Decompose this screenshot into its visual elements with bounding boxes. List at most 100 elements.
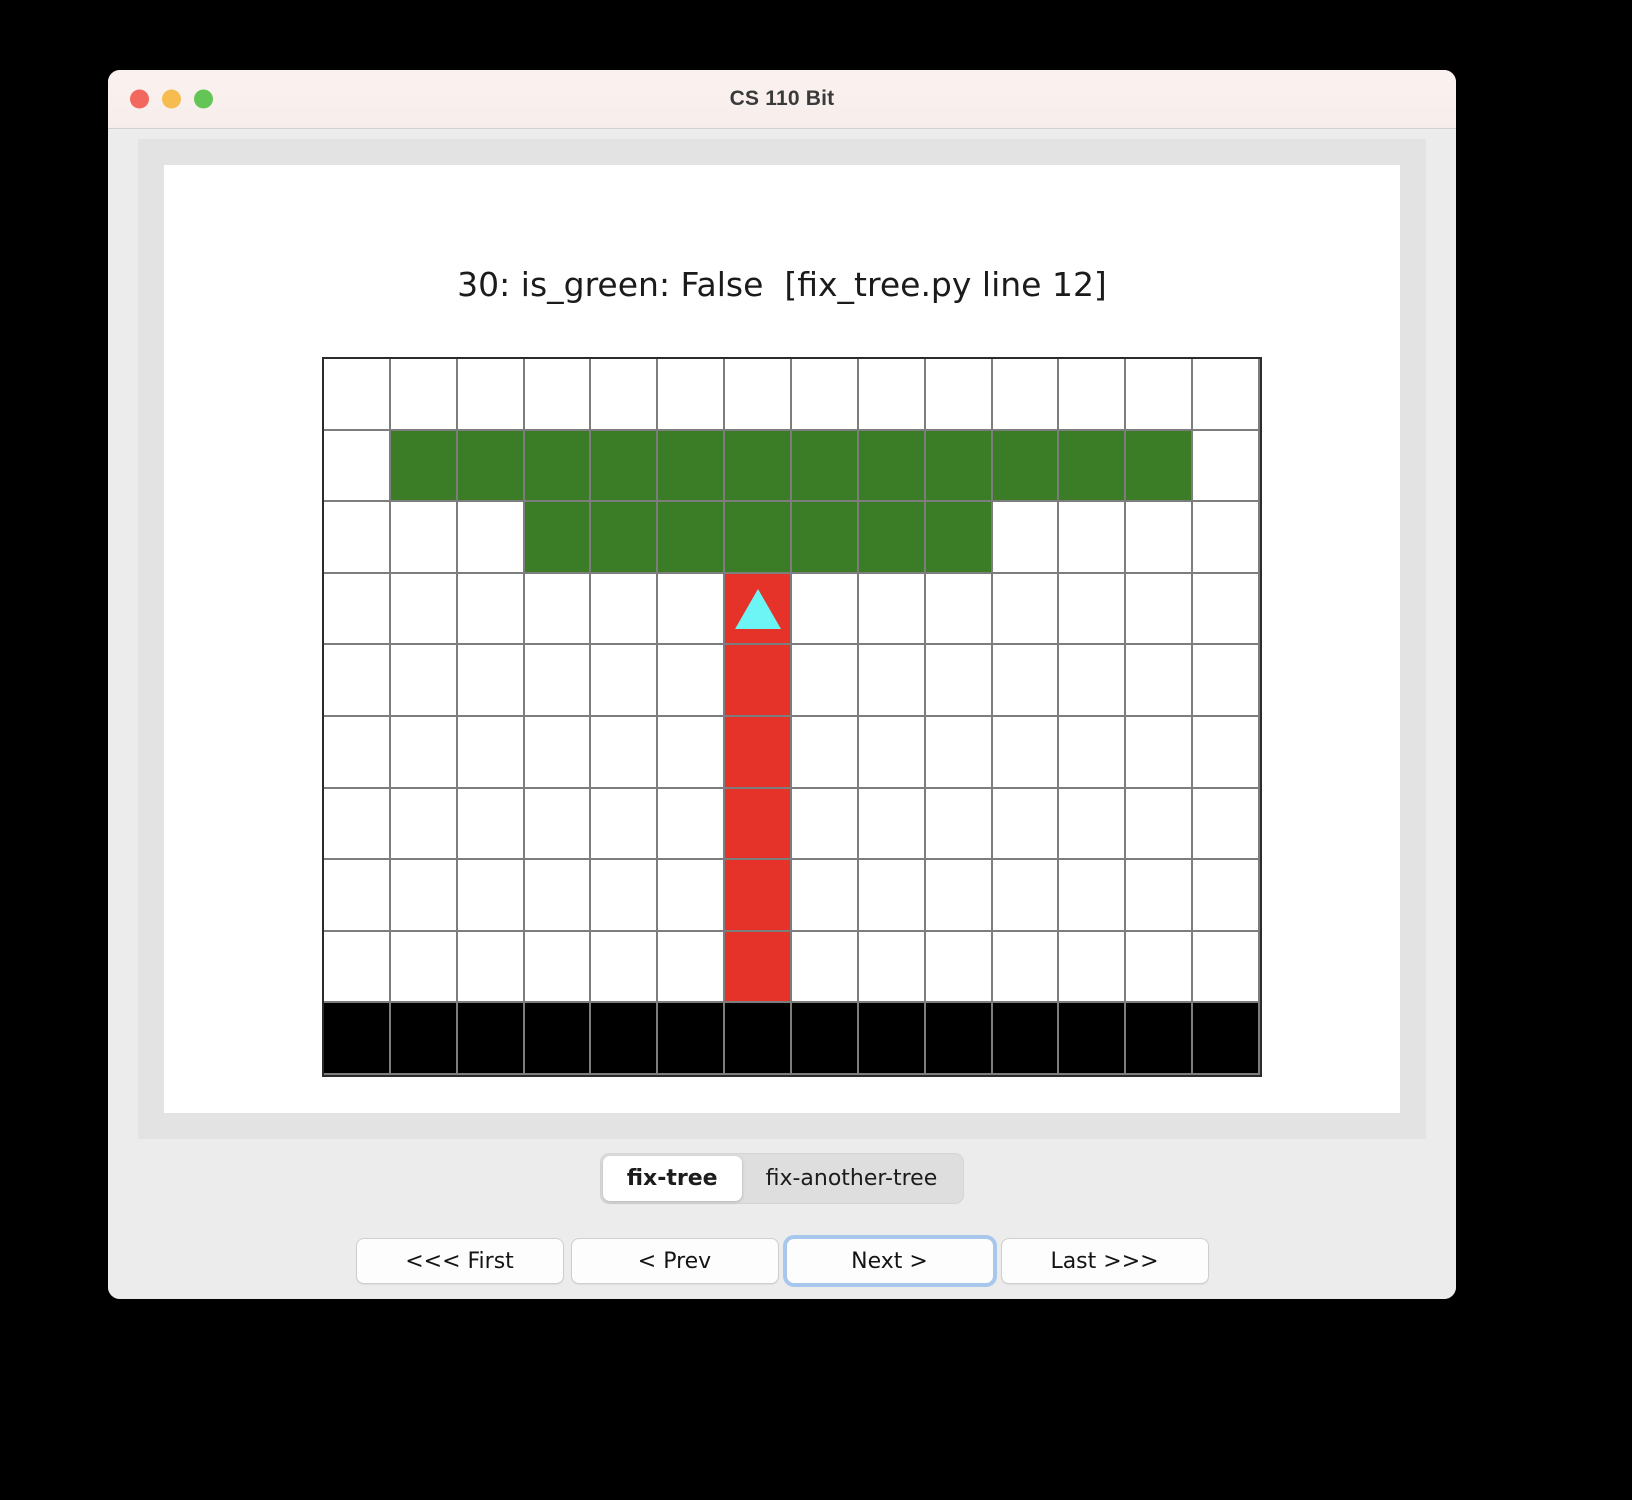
grid-cell[interactable] — [591, 359, 659, 431]
grid-cell[interactable] — [390, 788, 458, 861]
grid-cell[interactable] — [457, 502, 525, 574]
grid-cell[interactable] — [324, 716, 391, 789]
grid-cell[interactable] — [390, 1003, 458, 1075]
first-button[interactable]: <<< First — [355, 1238, 564, 1284]
grid-cell[interactable] — [524, 430, 592, 503]
grid-cell[interactable] — [791, 1003, 859, 1075]
grid-cell[interactable] — [457, 931, 525, 1004]
grid-cell[interactable] — [324, 1003, 391, 1075]
grid-cell[interactable] — [725, 1003, 792, 1075]
grid-cell[interactable] — [858, 1003, 926, 1075]
segment-fix-tree[interactable]: fix-tree — [602, 1156, 742, 1201]
grid-cell[interactable] — [725, 430, 792, 503]
grid-cell[interactable] — [858, 573, 926, 646]
grid-cell[interactable] — [524, 502, 592, 574]
grid-cell[interactable] — [457, 359, 525, 431]
grid-cell[interactable] — [791, 359, 859, 431]
grid-cell[interactable] — [1126, 430, 1194, 503]
grid-cell[interactable] — [457, 716, 525, 789]
segment-fix-another-tree[interactable]: fix-another-tree — [742, 1156, 962, 1201]
grid-cell[interactable] — [591, 1003, 659, 1075]
grid-cell[interactable] — [791, 716, 859, 789]
grid-cell[interactable] — [858, 359, 926, 431]
grid-cell[interactable] — [858, 860, 926, 932]
grid-cell[interactable] — [524, 716, 592, 789]
grid-cell[interactable] — [591, 716, 659, 789]
grid-cell[interactable] — [1193, 645, 1260, 717]
close-button[interactable] — [130, 89, 149, 109]
grid-cell[interactable] — [992, 860, 1060, 932]
grid-cell[interactable] — [390, 716, 458, 789]
program-segmented-control[interactable]: fix-tree fix-another-tree — [599, 1153, 965, 1204]
grid-cell[interactable] — [1193, 430, 1260, 503]
grid-cell[interactable] — [725, 860, 792, 932]
grid-cell[interactable] — [1126, 502, 1194, 574]
grid-cell[interactable] — [457, 430, 525, 503]
grid-cell[interactable] — [524, 860, 592, 932]
grid-cell[interactable] — [591, 430, 659, 503]
grid-cell[interactable] — [992, 788, 1060, 861]
grid-cell[interactable] — [390, 502, 458, 574]
grid-cell[interactable] — [1193, 788, 1260, 861]
grid-cell[interactable] — [992, 716, 1060, 789]
grid-cell[interactable] — [524, 645, 592, 717]
grid-cell[interactable] — [390, 931, 458, 1004]
grid-cell[interactable] — [324, 430, 391, 503]
grid-cell[interactable] — [791, 860, 859, 932]
grid-cell[interactable] — [324, 359, 391, 431]
grid-cell[interactable] — [858, 788, 926, 861]
grid-cell[interactable] — [1193, 716, 1260, 789]
grid-cell[interactable] — [658, 931, 726, 1004]
grid-cell[interactable] — [457, 645, 525, 717]
maximize-button[interactable] — [194, 89, 213, 109]
grid-cell[interactable] — [925, 860, 993, 932]
grid-cell[interactable] — [324, 502, 391, 574]
grid-cell[interactable] — [591, 860, 659, 932]
grid-cell[interactable] — [1193, 1003, 1260, 1075]
grid-cell[interactable] — [658, 573, 726, 646]
grid-cell[interactable] — [658, 788, 726, 861]
grid-cell[interactable] — [992, 573, 1060, 646]
grid-cell[interactable] — [591, 788, 659, 861]
grid-cell[interactable] — [658, 502, 726, 574]
grid-cell[interactable] — [858, 931, 926, 1004]
last-button[interactable]: Last >>> — [1000, 1238, 1209, 1284]
grid-cell[interactable] — [591, 645, 659, 717]
grid-cell[interactable] — [524, 931, 592, 1004]
grid-cell[interactable] — [1193, 502, 1260, 574]
grid-cell[interactable] — [524, 788, 592, 861]
grid-cell[interactable] — [791, 931, 859, 1004]
grid-cell[interactable] — [925, 931, 993, 1004]
grid-cell[interactable] — [992, 1003, 1060, 1075]
grid-cell[interactable] — [324, 645, 391, 717]
grid-cell[interactable] — [858, 645, 926, 717]
grid-cell[interactable] — [1059, 430, 1127, 503]
grid-cell[interactable] — [1193, 573, 1260, 646]
grid-cell[interactable] — [791, 430, 859, 503]
minimize-button[interactable] — [162, 89, 181, 109]
grid-cell[interactable] — [992, 430, 1060, 503]
grid-cell[interactable] — [457, 788, 525, 861]
grid-cell[interactable] — [658, 430, 726, 503]
grid-cell[interactable] — [457, 1003, 525, 1075]
grid-cell[interactable] — [925, 502, 993, 574]
grid-cell[interactable] — [858, 716, 926, 789]
grid-cell[interactable] — [324, 788, 391, 861]
grid-cell[interactable] — [1193, 931, 1260, 1004]
grid-cell[interactable] — [390, 645, 458, 717]
grid-cell[interactable] — [992, 502, 1060, 574]
grid-cell[interactable] — [992, 359, 1060, 431]
grid-cell[interactable] — [992, 931, 1060, 1004]
grid-cell[interactable] — [658, 645, 726, 717]
grid-cell[interactable] — [1059, 931, 1127, 1004]
grid-cell[interactable] — [1059, 788, 1127, 861]
grid-cell[interactable] — [591, 573, 659, 646]
grid-cell[interactable] — [725, 645, 792, 717]
grid-cell[interactable] — [1059, 716, 1127, 789]
grid-cell[interactable] — [1193, 860, 1260, 932]
grid-cell[interactable] — [1126, 645, 1194, 717]
grid-cell[interactable] — [791, 502, 859, 574]
grid-cell[interactable] — [524, 359, 592, 431]
grid-cell[interactable] — [725, 359, 792, 431]
grid-cell[interactable] — [1059, 1003, 1127, 1075]
